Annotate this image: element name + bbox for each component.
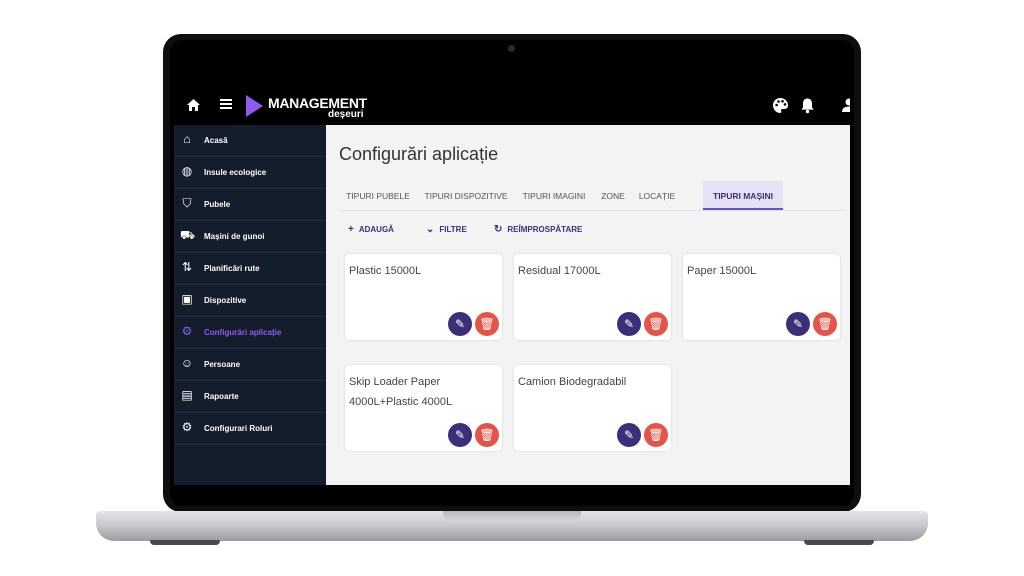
people-icon: ☺: [180, 356, 194, 370]
add-label: ADAUGĂ: [358, 225, 394, 234]
sidebar: ⌂ Acasă ◍ Insule ecologice ⛉ Pubele ⛟ Ma…: [174, 125, 326, 485]
plus-icon: +: [348, 224, 354, 235]
pencil-icon: ✎: [454, 317, 466, 331]
vehicle-type-card[interactable]: Skip Loader Paper 4000L+Plastic 4000L ✎ …: [345, 365, 502, 451]
user-icon[interactable]: [842, 98, 850, 113]
sidebar-item-label: Acasă: [204, 136, 228, 145]
delete-button[interactable]: 🗑: [644, 312, 668, 336]
menu-icon[interactable]: [219, 98, 233, 110]
tab-locatie[interactable]: LOCAȚIE: [633, 181, 681, 210]
bell-icon[interactable]: [800, 97, 815, 114]
sidebar-item-label: Persoane: [204, 360, 241, 369]
sidebar-item-insule-ecologice[interactable]: ◍ Insule ecologice: [174, 157, 326, 189]
sidebar-item-rapoarte[interactable]: ▤ Rapoarte: [174, 381, 326, 413]
trash-icon: 🗑: [648, 317, 664, 331]
trash-icon: 🗑: [479, 317, 495, 331]
laptop-foot-right: [804, 540, 874, 545]
laptop-base-notch: [443, 511, 581, 521]
trash-icon: 🗑: [479, 428, 495, 442]
sidebar-item-label: Mașini de gunoi: [204, 232, 265, 241]
tab-bar: TIPURI PUBELE TIPURI DISPOZITIVE TIPURI …: [339, 181, 843, 211]
chip-icon: ▣: [181, 292, 193, 306]
delete-button[interactable]: 🗑: [475, 423, 499, 447]
pencil-icon: ✎: [623, 317, 635, 331]
laptop-foot-left: [150, 540, 220, 545]
card-name: Residual 17000L: [518, 265, 601, 277]
sidebar-item-label: Configurari Roluri: [204, 424, 273, 433]
sidebar-item-persoane[interactable]: ☺ Persoane: [174, 349, 326, 381]
tab-tipuri-imagini[interactable]: TIPURI IMAGINI: [515, 181, 593, 210]
palette-icon[interactable]: [772, 97, 789, 114]
sidebar-item-acasa[interactable]: ⌂ Acasă: [174, 125, 326, 157]
tab-zone[interactable]: ZONE: [595, 181, 631, 210]
main-content: Configurări aplicație TIPURI PUBELE TIPU…: [326, 125, 850, 485]
trash-icon: 🗑: [648, 428, 664, 442]
house-icon: ⌂: [183, 132, 191, 146]
page-title: Configurări aplicație: [339, 144, 499, 164]
card-name: Camion Biodegradabil: [518, 376, 627, 388]
refresh-icon: ↻: [494, 224, 503, 235]
edit-button[interactable]: ✎: [786, 312, 810, 336]
app-screen: MANAGEMENT deșeuri ⌂ Acasă ◍ Insule ecol…: [174, 87, 850, 485]
camera-icon: [508, 45, 515, 52]
filter-label: FILTRE: [439, 225, 467, 234]
refresh-label: REÎMPROSPĂTARE: [507, 225, 583, 234]
sidebar-item-planificari-rute[interactable]: ⇅ Planificări rute: [174, 253, 326, 285]
logo-play-icon: [246, 95, 263, 117]
sidebar-item-configurari-roluri[interactable]: ⚙ Configurari Roluri: [174, 413, 326, 445]
pencil-icon: ✎: [623, 428, 635, 442]
vehicle-type-card[interactable]: Paper 15000L ✎ 🗑: [683, 254, 840, 340]
chevron-down-icon: ⌄: [426, 224, 435, 235]
card-name: Paper 15000L: [687, 265, 757, 277]
delete-button[interactable]: 🗑: [644, 423, 668, 447]
add-button[interactable]: + ADAUGĂ: [348, 224, 394, 235]
sidebar-item-configurari-aplicatie[interactable]: ⚙ Configurări aplicație: [174, 317, 326, 349]
edit-button[interactable]: ✎: [617, 423, 641, 447]
tab-tipuri-dispozitive[interactable]: TIPURI DISPOZITIVE: [419, 181, 513, 210]
home-icon[interactable]: [186, 98, 201, 112]
edit-button[interactable]: ✎: [617, 312, 641, 336]
tab-tipuri-pubele[interactable]: TIPURI PUBELE: [339, 181, 417, 210]
pencil-icon: ✎: [454, 428, 466, 442]
vehicle-type-card[interactable]: Plastic 15000L ✎ 🗑: [345, 254, 502, 340]
sidebar-item-dispozitive[interactable]: ▣ Dispozitive: [174, 285, 326, 317]
truck-icon: ⛟: [180, 228, 196, 242]
globe-icon: ◍: [181, 164, 193, 178]
sidebar-item-label: Insule ecologice: [204, 168, 267, 177]
delete-button[interactable]: 🗑: [475, 312, 499, 336]
edit-button[interactable]: ✎: [448, 312, 472, 336]
refresh-button[interactable]: ↻ REÎMPROSPĂTARE: [494, 224, 582, 235]
bin-icon: ⛉: [182, 196, 192, 210]
sidebar-item-masini-de-gunoi[interactable]: ⛟ Mașini de gunoi: [174, 221, 326, 253]
vehicle-type-card[interactable]: Residual 17000L ✎ 🗑: [514, 254, 671, 340]
sidebar-item-pubele[interactable]: ⛉ Pubele: [174, 189, 326, 221]
pencil-icon: ✎: [792, 317, 804, 331]
delete-button[interactable]: 🗑: [813, 312, 837, 336]
report-icon: ▤: [181, 388, 193, 402]
card-name: Plastic 15000L: [349, 265, 422, 277]
vehicle-type-card[interactable]: Camion Biodegradabil ✎ 🗑: [514, 365, 671, 451]
trash-icon: 🗑: [817, 317, 833, 331]
route-icon: ⇅: [181, 260, 193, 274]
sidebar-item-label: Planificări rute: [204, 264, 260, 273]
tab-tipuri-masini[interactable]: TIPURI MAȘINI: [703, 181, 783, 210]
logo-subtitle: deșeuri: [328, 109, 364, 120]
sidebar-item-label: Configurări aplicație: [204, 328, 282, 337]
filter-button[interactable]: ⌄ FILTRE: [426, 224, 467, 235]
sidebar-item-label: Pubele: [204, 200, 231, 209]
edit-button[interactable]: ✎: [448, 423, 472, 447]
sidebar-item-label: Rapoarte: [204, 392, 239, 401]
sidebar-item-label: Dispozitive: [204, 296, 247, 305]
card-name: Skip Loader Paper 4000L+Plastic 4000L: [349, 376, 453, 408]
top-bar: MANAGEMENT deșeuri: [174, 87, 850, 125]
gear-icon: ⚙: [181, 420, 193, 434]
gear-icon: ⚙: [181, 324, 193, 338]
